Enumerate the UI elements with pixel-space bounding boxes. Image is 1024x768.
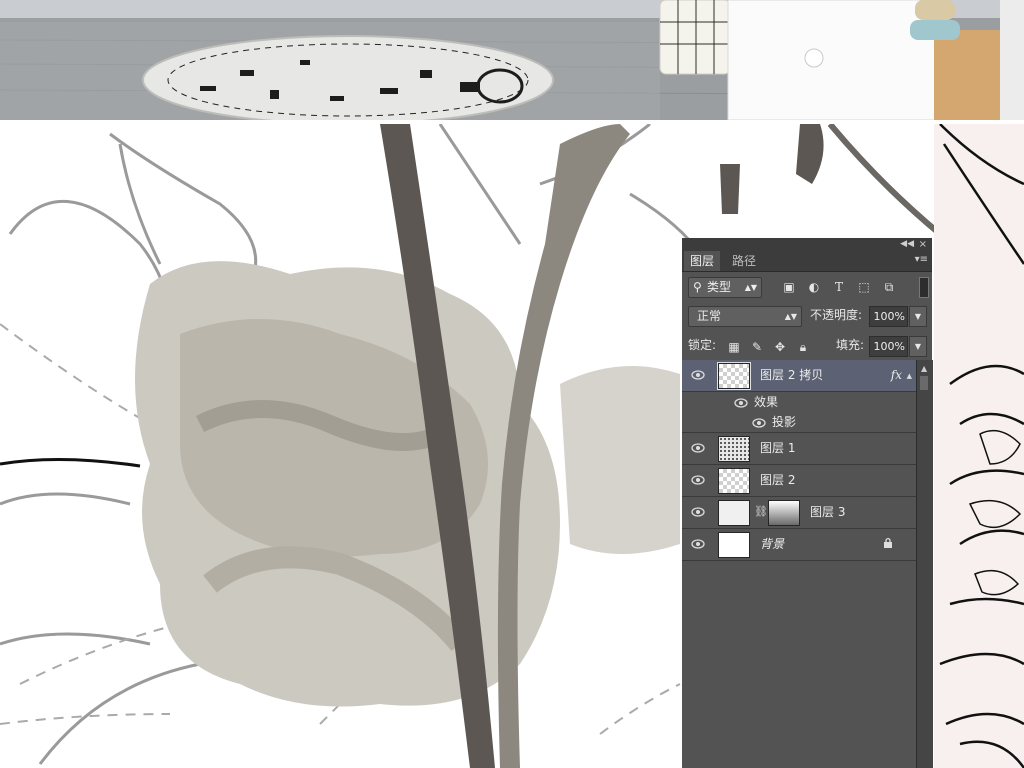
fx-icon[interactable]: fx <box>891 360 902 391</box>
lock-all-icon[interactable]: 🔒︎ <box>796 340 810 354</box>
updown-icon: ▲▼ <box>784 312 797 321</box>
expand-effects-icon[interactable]: ▲ <box>907 372 912 380</box>
eye-icon[interactable] <box>691 506 705 518</box>
lock-position-icon[interactable]: ✥ <box>773 340 787 354</box>
updown-icon: ▲▼ <box>744 283 757 292</box>
layer-thumbnail <box>718 468 750 494</box>
effect-item: 投影 <box>682 412 916 432</box>
layer-row[interactable]: 背景 <box>682 529 916 561</box>
layer-thumbnail <box>717 362 751 390</box>
effects-row: 效果 <box>682 392 916 412</box>
panel-titlebar: ◀◀ × <box>682 238 932 251</box>
effects-label: 效果 <box>754 395 779 409</box>
fill-label: 填充: <box>836 338 865 352</box>
opacity-dropdown[interactable]: ▼ <box>909 306 927 327</box>
layer-row[interactable]: 图层 1 <box>682 433 916 465</box>
filter-row: ⚲ 类型 ▲▼ ▣ ◐ T ⬚ ⧉ <box>682 272 932 302</box>
eye-icon[interactable] <box>734 397 748 409</box>
filter-toggle[interactable] <box>919 277 929 298</box>
layer-thumbnail <box>718 436 750 462</box>
layer-row[interactable]: 图层 2 拷贝 fx ▲ <box>682 360 916 392</box>
link-chain-icon[interactable]: ⛓ <box>754 505 768 518</box>
double-arrow-icon[interactable]: ◀◀ <box>900 238 914 251</box>
search-icon: ⚲ <box>693 280 702 294</box>
smartobject-filter-icon[interactable]: ⧉ <box>882 280 896 294</box>
tab-layers[interactable]: 图层 <box>684 251 721 271</box>
layer-name[interactable]: 图层 2 拷贝 <box>760 360 823 391</box>
filter-kind-label: 类型 <box>707 280 732 294</box>
close-icon[interactable]: × <box>919 238 927 251</box>
effects-group: 效果 投影 <box>682 392 916 433</box>
fill-input[interactable]: 100% <box>869 336 908 357</box>
type-filter-icon[interactable]: T <box>832 280 846 294</box>
layer-thumbnail <box>718 500 750 526</box>
effect-drop-shadow-label[interactable]: 投影 <box>772 412 796 432</box>
adjustment-filter-icon[interactable]: ◐ <box>807 280 821 294</box>
blend-mode-select[interactable]: 正常 ▲▼ <box>688 306 802 327</box>
eye-icon[interactable] <box>691 474 705 486</box>
layer-row[interactable]: ⛓ 图层 3 <box>682 497 916 529</box>
lock-row: 锁定: ▦ ✎ ✥ 🔒︎ 填充: 100% ▼ <box>682 332 932 362</box>
blend-row: 正常 ▲▼ 不透明度: 100% ▼ <box>682 302 932 332</box>
filter-kind-select[interactable]: ⚲ 类型 ▲▼ <box>688 277 762 298</box>
layer-row[interactable]: 图层 2 <box>682 465 916 497</box>
layers-panel: ◀◀ × 图层 路径 ▾≡ ⚲ 类型 ▲▼ ▣ ◐ T ⬚ ⧉ 正常 ▲▼ 不透… <box>682 238 933 768</box>
scroll-up-icon[interactable]: ▲ <box>921 364 927 373</box>
layer-mask-thumbnail[interactable] <box>768 500 800 526</box>
eye-icon[interactable] <box>752 417 766 429</box>
image-filter-icon[interactable]: ▣ <box>782 280 796 294</box>
layer-name[interactable]: 背景 <box>760 529 784 560</box>
blend-mode-value: 正常 <box>697 309 722 323</box>
eye-icon[interactable] <box>691 442 705 454</box>
eye-icon[interactable] <box>691 538 705 550</box>
opacity-input[interactable]: 100% <box>869 306 908 327</box>
panel-menu-icon[interactable]: ▾≡ <box>915 254 928 265</box>
tab-paths[interactable]: 路径 <box>726 251 762 271</box>
lock-image-icon[interactable]: ✎ <box>750 340 764 354</box>
room-photo <box>0 0 1024 120</box>
shape-filter-icon[interactable]: ⬚ <box>857 280 871 294</box>
layer-list: 图层 2 拷贝 fx ▲ 效果 投影 图层 1 图层 2 ⛓ 图层 3 背景 <box>682 360 916 561</box>
opacity-label: 不透明度: <box>810 308 863 322</box>
lock-icon <box>884 537 892 548</box>
lock-transparent-icon[interactable]: ▦ <box>727 340 741 354</box>
fill-dropdown[interactable]: ▼ <box>909 336 927 357</box>
lock-label: 锁定: <box>688 338 717 352</box>
layer-name[interactable]: 图层 1 <box>760 433 795 464</box>
layer-name[interactable]: 图层 2 <box>760 465 795 496</box>
panel-tabs: 图层 路径 ▾≡ <box>682 251 932 272</box>
layers-scrollbar[interactable]: ▲ <box>916 360 933 768</box>
scroll-thumb[interactable] <box>920 376 928 390</box>
eye-icon[interactable] <box>691 369 705 381</box>
layer-name[interactable]: 图层 3 <box>810 497 845 528</box>
layer-thumbnail <box>718 532 750 558</box>
